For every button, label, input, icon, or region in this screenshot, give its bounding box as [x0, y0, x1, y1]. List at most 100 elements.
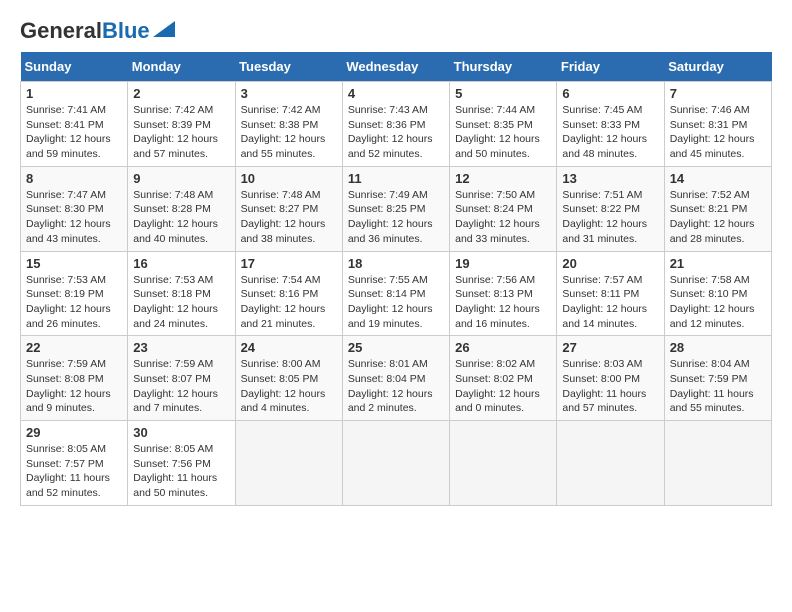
calendar-week-row: 1 Sunrise: 7:41 AMSunset: 8:41 PMDayligh… [21, 82, 772, 167]
weekday-header: Friday [557, 52, 664, 82]
weekday-header: Wednesday [342, 52, 449, 82]
calendar-cell: 6 Sunrise: 7:45 AMSunset: 8:33 PMDayligh… [557, 82, 664, 167]
calendar-cell [557, 421, 664, 506]
day-number: 8 [26, 171, 122, 186]
day-number: 27 [562, 340, 658, 355]
day-number: 24 [241, 340, 337, 355]
cell-info: Sunrise: 7:48 AMSunset: 8:27 PMDaylight:… [241, 189, 326, 245]
calendar-cell: 26 Sunrise: 8:02 AMSunset: 8:02 PMDaylig… [450, 336, 557, 421]
day-number: 30 [133, 425, 229, 440]
calendar-cell: 8 Sunrise: 7:47 AMSunset: 8:30 PMDayligh… [21, 166, 128, 251]
logo-icon [153, 21, 175, 37]
day-number: 14 [670, 171, 766, 186]
cell-info: Sunrise: 7:42 AMSunset: 8:38 PMDaylight:… [241, 104, 326, 160]
calendar-cell: 20 Sunrise: 7:57 AMSunset: 8:11 PMDaylig… [557, 251, 664, 336]
day-number: 19 [455, 256, 551, 271]
calendar-week-row: 22 Sunrise: 7:59 AMSunset: 8:08 PMDaylig… [21, 336, 772, 421]
calendar-cell [342, 421, 449, 506]
day-number: 23 [133, 340, 229, 355]
calendar-cell: 17 Sunrise: 7:54 AMSunset: 8:16 PMDaylig… [235, 251, 342, 336]
weekday-header: Tuesday [235, 52, 342, 82]
day-number: 1 [26, 86, 122, 101]
cell-info: Sunrise: 7:48 AMSunset: 8:28 PMDaylight:… [133, 189, 218, 245]
day-number: 16 [133, 256, 229, 271]
day-number: 5 [455, 86, 551, 101]
cell-info: Sunrise: 7:45 AMSunset: 8:33 PMDaylight:… [562, 104, 647, 160]
calendar-cell: 2 Sunrise: 7:42 AMSunset: 8:39 PMDayligh… [128, 82, 235, 167]
cell-info: Sunrise: 8:01 AMSunset: 8:04 PMDaylight:… [348, 358, 433, 414]
calendar-cell [664, 421, 771, 506]
cell-info: Sunrise: 7:54 AMSunset: 8:16 PMDaylight:… [241, 274, 326, 330]
day-number: 29 [26, 425, 122, 440]
weekday-header: Monday [128, 52, 235, 82]
cell-info: Sunrise: 7:56 AMSunset: 8:13 PMDaylight:… [455, 274, 540, 330]
calendar-cell: 29 Sunrise: 8:05 AMSunset: 7:57 PMDaylig… [21, 421, 128, 506]
cell-info: Sunrise: 7:59 AMSunset: 8:07 PMDaylight:… [133, 358, 218, 414]
day-number: 20 [562, 256, 658, 271]
weekday-header: Sunday [21, 52, 128, 82]
cell-info: Sunrise: 8:00 AMSunset: 8:05 PMDaylight:… [241, 358, 326, 414]
cell-info: Sunrise: 7:50 AMSunset: 8:24 PMDaylight:… [455, 189, 540, 245]
cell-info: Sunrise: 8:03 AMSunset: 8:00 PMDaylight:… [562, 358, 646, 414]
calendar-week-row: 29 Sunrise: 8:05 AMSunset: 7:57 PMDaylig… [21, 421, 772, 506]
cell-info: Sunrise: 7:44 AMSunset: 8:35 PMDaylight:… [455, 104, 540, 160]
calendar-cell: 23 Sunrise: 7:59 AMSunset: 8:07 PMDaylig… [128, 336, 235, 421]
day-number: 4 [348, 86, 444, 101]
calendar-cell: 14 Sunrise: 7:52 AMSunset: 8:21 PMDaylig… [664, 166, 771, 251]
calendar-week-row: 8 Sunrise: 7:47 AMSunset: 8:30 PMDayligh… [21, 166, 772, 251]
logo-text: GeneralBlue [20, 20, 150, 42]
logo-blue: Blue [102, 18, 150, 43]
calendar-table: SundayMondayTuesdayWednesdayThursdayFrid… [20, 52, 772, 506]
day-number: 11 [348, 171, 444, 186]
calendar-cell: 24 Sunrise: 8:00 AMSunset: 8:05 PMDaylig… [235, 336, 342, 421]
calendar-cell: 9 Sunrise: 7:48 AMSunset: 8:28 PMDayligh… [128, 166, 235, 251]
calendar-cell: 3 Sunrise: 7:42 AMSunset: 8:38 PMDayligh… [235, 82, 342, 167]
day-number: 15 [26, 256, 122, 271]
cell-info: Sunrise: 7:42 AMSunset: 8:39 PMDaylight:… [133, 104, 218, 160]
weekday-header: Saturday [664, 52, 771, 82]
cell-info: Sunrise: 7:59 AMSunset: 8:08 PMDaylight:… [26, 358, 111, 414]
calendar-cell: 18 Sunrise: 7:55 AMSunset: 8:14 PMDaylig… [342, 251, 449, 336]
day-number: 9 [133, 171, 229, 186]
cell-info: Sunrise: 7:47 AMSunset: 8:30 PMDaylight:… [26, 189, 111, 245]
day-number: 26 [455, 340, 551, 355]
calendar-cell: 16 Sunrise: 7:53 AMSunset: 8:18 PMDaylig… [128, 251, 235, 336]
cell-info: Sunrise: 8:04 AMSunset: 7:59 PMDaylight:… [670, 358, 754, 414]
day-number: 21 [670, 256, 766, 271]
day-number: 3 [241, 86, 337, 101]
calendar-cell: 5 Sunrise: 7:44 AMSunset: 8:35 PMDayligh… [450, 82, 557, 167]
day-number: 12 [455, 171, 551, 186]
logo-general: General [20, 18, 102, 43]
cell-info: Sunrise: 7:51 AMSunset: 8:22 PMDaylight:… [562, 189, 647, 245]
cell-info: Sunrise: 8:05 AMSunset: 7:57 PMDaylight:… [26, 443, 110, 499]
day-number: 28 [670, 340, 766, 355]
cell-info: Sunrise: 7:46 AMSunset: 8:31 PMDaylight:… [670, 104, 755, 160]
calendar-cell: 27 Sunrise: 8:03 AMSunset: 8:00 PMDaylig… [557, 336, 664, 421]
calendar-cell: 15 Sunrise: 7:53 AMSunset: 8:19 PMDaylig… [21, 251, 128, 336]
cell-info: Sunrise: 7:43 AMSunset: 8:36 PMDaylight:… [348, 104, 433, 160]
calendar-cell: 7 Sunrise: 7:46 AMSunset: 8:31 PMDayligh… [664, 82, 771, 167]
calendar-cell: 21 Sunrise: 7:58 AMSunset: 8:10 PMDaylig… [664, 251, 771, 336]
calendar-cell: 22 Sunrise: 7:59 AMSunset: 8:08 PMDaylig… [21, 336, 128, 421]
day-number: 2 [133, 86, 229, 101]
logo: GeneralBlue [20, 20, 175, 42]
calendar-cell: 1 Sunrise: 7:41 AMSunset: 8:41 PMDayligh… [21, 82, 128, 167]
day-number: 22 [26, 340, 122, 355]
calendar-week-row: 15 Sunrise: 7:53 AMSunset: 8:19 PMDaylig… [21, 251, 772, 336]
day-number: 13 [562, 171, 658, 186]
calendar-cell: 28 Sunrise: 8:04 AMSunset: 7:59 PMDaylig… [664, 336, 771, 421]
calendar-cell: 25 Sunrise: 8:01 AMSunset: 8:04 PMDaylig… [342, 336, 449, 421]
page-header: GeneralBlue [20, 20, 772, 42]
calendar-cell: 4 Sunrise: 7:43 AMSunset: 8:36 PMDayligh… [342, 82, 449, 167]
calendar-cell: 13 Sunrise: 7:51 AMSunset: 8:22 PMDaylig… [557, 166, 664, 251]
cell-info: Sunrise: 7:58 AMSunset: 8:10 PMDaylight:… [670, 274, 755, 330]
weekday-header-row: SundayMondayTuesdayWednesdayThursdayFrid… [21, 52, 772, 82]
day-number: 10 [241, 171, 337, 186]
day-number: 17 [241, 256, 337, 271]
cell-info: Sunrise: 7:55 AMSunset: 8:14 PMDaylight:… [348, 274, 433, 330]
cell-info: Sunrise: 8:05 AMSunset: 7:56 PMDaylight:… [133, 443, 217, 499]
day-number: 25 [348, 340, 444, 355]
calendar-cell [235, 421, 342, 506]
cell-info: Sunrise: 7:57 AMSunset: 8:11 PMDaylight:… [562, 274, 647, 330]
cell-info: Sunrise: 7:52 AMSunset: 8:21 PMDaylight:… [670, 189, 755, 245]
